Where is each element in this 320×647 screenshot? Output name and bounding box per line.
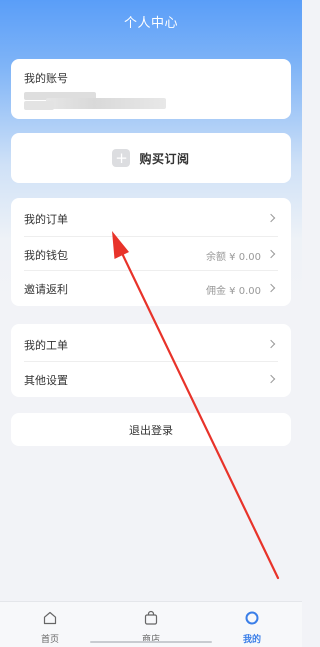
chevron-right-icon [266,339,276,349]
tab-label: 商店 [141,635,160,645]
wallet-balance: 余额 ¥ 0.00 [206,252,261,263]
menu-item-label: 我的订单 [24,213,68,226]
menu-item-label: 其他设置 [24,374,68,387]
tab-profile[interactable]: 我的 [202,602,302,647]
menu-item-label: 我的钱包 [24,249,68,262]
buy-subscription-label: 购买订阅 [139,151,190,166]
account-value-redacted [24,92,214,110]
home-icon [43,611,57,625]
profile-ring-icon [245,611,259,625]
tab-home[interactable]: 首页 [0,602,100,647]
shop-bag-icon [144,610,158,625]
logout-label: 退出登录 [129,423,173,437]
menu-item-label: 我的工单 [24,339,68,352]
page-title: 个人中心 [123,16,178,31]
menu-item-tickets[interactable]: 我的工单 [11,327,291,363]
menu-item-label: 邀请返利 [24,283,68,296]
referral-commission: 佣金 ¥ 0.00 [206,286,261,297]
account-card: 我的账号 [11,59,291,119]
tab-label: 我的 [242,635,261,645]
logout-button[interactable]: 退出登录 [11,413,291,446]
menu-item-orders[interactable]: 我的订单 [11,201,291,237]
chevron-right-icon [266,249,276,259]
chevron-right-icon [266,283,276,293]
account-label: 我的账号 [24,72,68,85]
chevron-right-icon [266,213,276,223]
support-menu-card: 我的工单 其他设置 [11,324,291,397]
menu-item-referral[interactable]: 邀请返利 佣金 ¥ 0.00 [11,271,291,307]
plus-icon: + [112,149,131,167]
chevron-right-icon [266,374,276,384]
menu-item-settings[interactable]: 其他设置 [11,362,291,398]
home-indicator [90,641,212,643]
redaction-block [24,101,54,110]
redaction-block [46,98,166,109]
buy-subscription-button[interactable]: + 购买订阅 [11,133,291,183]
account-menu-card: 我的订单 我的钱包 余额 ¥ 0.00 邀请返利 佣金 ¥ 0.00 [11,198,291,306]
menu-item-wallet[interactable]: 我的钱包 余额 ¥ 0.00 [11,237,291,273]
tab-label: 首页 [40,635,59,645]
